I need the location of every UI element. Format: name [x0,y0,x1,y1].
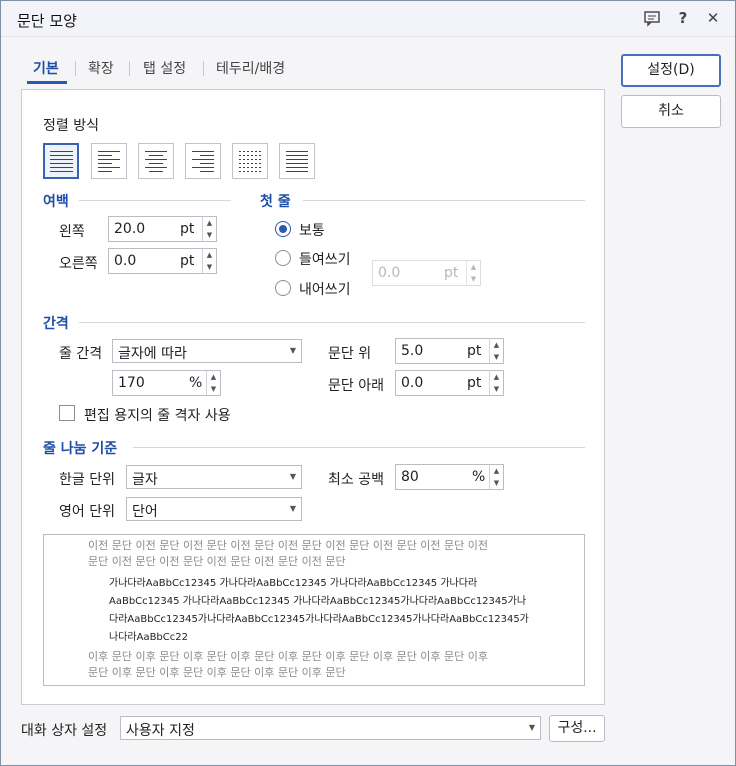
alignment-label: 정렬 방식 [43,118,99,134]
space-below-label: 문단 아래 [328,378,384,394]
chevron-down-icon: ▼ [289,472,296,481]
english-unit-label: 영어 단위 [59,504,115,520]
paragraph-shape-dialog: 문단 모양 ? ✕ 기본 확장 탭 설정 테두리/배경 설정(D) 취소 정렬 … [0,0,736,766]
active-tab-indicator [27,81,67,84]
title-bar: 문단 모양 ? ✕ [1,1,735,37]
first-line-hanging-radio[interactable] [275,280,291,296]
chevron-down-icon: ▼ [289,346,296,355]
first-line-indent-spinner: ▲ ▼ [466,261,480,285]
align-divide-button[interactable] [279,143,315,179]
preview-main-line: 다라AaBbCc12345가나다라AaBbCc12345가나다라AaBbCc12… [109,614,529,625]
first-line-normal-radio[interactable] [275,221,291,237]
align-center-button[interactable] [138,143,174,179]
right-margin-field[interactable]: 0.0 pt ▲ ▼ [108,248,217,274]
help-icon[interactable]: ? [674,9,692,27]
comment-icon[interactable] [643,9,661,27]
align-distribute-button[interactable] [232,143,268,179]
align-justify-button[interactable] [43,143,79,179]
korean-unit-label: 한글 단위 [59,472,115,488]
preview-main-line: 나다라AaBbCc22 [109,632,188,643]
line-spacing-value-field[interactable]: 170% ▲ ▼ [112,370,221,396]
min-space-label: 최소 공백 [328,472,384,488]
dialog-settings-label: 대화 상자 설정 [21,723,108,739]
preview-after-line: 문단 이후 문단 이후 문단 이후 문단 이후 문단 이후 문단 [88,666,346,679]
left-margin-field[interactable]: 20.0 pt ▲ ▼ [108,216,217,242]
align-right-button[interactable] [185,143,221,179]
align-left-button[interactable] [91,143,127,179]
tab-basic[interactable]: 기본 [33,58,59,78]
cancel-button[interactable]: 취소 [621,95,721,128]
chevron-down-icon: ▼ [528,723,535,732]
space-above-spinner[interactable]: ▲ ▼ [489,339,503,363]
korean-unit-select[interactable]: 글자 ▼ [126,465,302,489]
right-margin-spinner[interactable]: ▲ ▼ [202,249,216,273]
dialog-settings-select[interactable]: 사용자 지정 ▼ [120,716,541,740]
config-button[interactable]: 구성... [549,715,605,742]
line-spacing-spinner[interactable]: ▲ ▼ [206,371,220,395]
tab-tab-settings[interactable]: 탭 설정 [143,58,186,78]
tab-extended[interactable]: 확장 [88,58,114,78]
first-line-hanging-label: 내어쓰기 [299,282,351,298]
right-margin-label: 오른쪽 [59,256,98,272]
first-line-indent-field: 0.0 pt ▲ ▼ [372,260,481,286]
min-space-spinner[interactable]: ▲ ▼ [489,465,503,489]
tab-border-background[interactable]: 테두리/배경 [216,58,285,78]
line-grid-label: 편집 용지의 줄 격자 사용 [84,408,231,424]
space-below-field[interactable]: 0.0 pt ▲ ▼ [395,370,504,396]
space-above-field[interactable]: 5.0 pt ▲ ▼ [395,338,504,364]
preview-before-line: 이전 문단 이전 문단 이전 문단 이전 문단 이전 문단 이전 문단 이전 문… [88,539,489,552]
ok-button[interactable]: 설정(D) [621,54,721,87]
first-line-section-title: 첫 줄 [260,194,291,210]
dialog-title: 문단 모양 [17,12,77,30]
wrap-section-title: 줄 나눔 기준 [43,441,118,457]
first-line-indent-label: 들여쓰기 [299,252,351,268]
preview-before-line: 문단 이전 문단 이전 문단 이전 문단 이전 문단 이전 문단 [88,555,346,568]
left-margin-label: 왼쪽 [59,224,85,240]
line-grid-checkbox[interactable] [59,405,75,421]
preview-main-line: AaBbCc12345 가나다라AaBbCc12345 가나다라AaBbCc12… [109,596,527,607]
first-line-indent-radio[interactable] [275,250,291,266]
margin-section-title: 여백 [43,194,69,210]
space-above-label: 문단 위 [328,346,372,362]
english-unit-select[interactable]: 단어 ▼ [126,497,302,521]
space-below-spinner[interactable]: ▲ ▼ [489,371,503,395]
preview-main-line: 가나다라AaBbCc12345 가나다라AaBbCc12345 가나다라AaBb… [109,578,478,589]
paragraph-preview: 이전 문단 이전 문단 이전 문단 이전 문단 이전 문단 이전 문단 이전 문… [43,534,585,686]
close-icon[interactable]: ✕ [704,9,722,27]
min-space-field[interactable]: 80% ▲ ▼ [395,464,504,490]
preview-after-line: 이후 문단 이후 문단 이후 문단 이후 문단 이후 문단 이후 문단 이후 문… [88,650,489,663]
first-line-normal-label: 보통 [299,223,325,239]
spacing-section-title: 간격 [43,316,69,332]
line-spacing-label: 줄 간격 [59,346,103,362]
left-margin-spinner[interactable]: ▲ ▼ [202,217,216,241]
line-spacing-mode-select[interactable]: 글자에 따라 ▼ [112,339,302,363]
chevron-down-icon: ▼ [289,504,296,513]
